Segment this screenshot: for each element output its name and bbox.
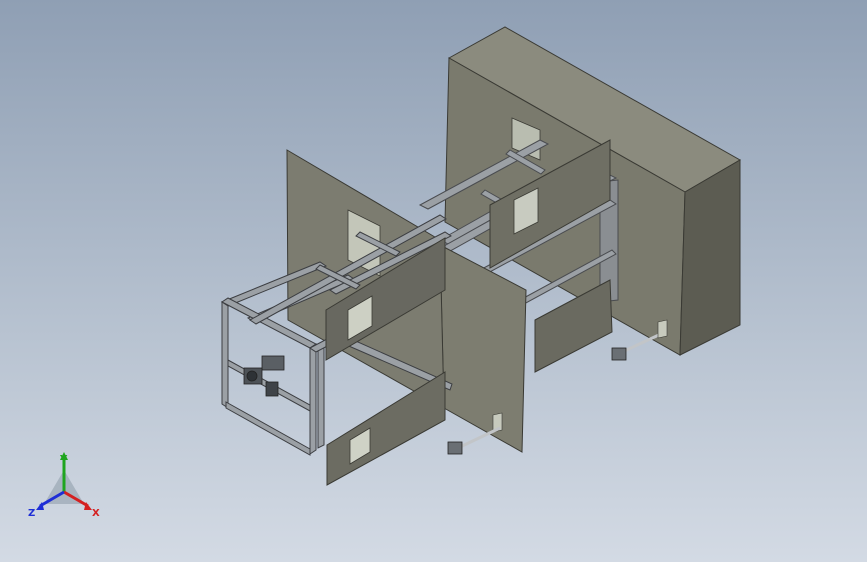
orientation-triad[interactable]: Y X Z — [22, 448, 106, 524]
middle-wall-panel[interactable] — [439, 244, 527, 453]
x-axis-label: X — [92, 508, 100, 519]
cad-model-view[interactable] — [0, 0, 867, 562]
graphics-viewport[interactable]: Y X Z — [0, 0, 867, 562]
drive-motor[interactable] — [243, 355, 285, 397]
triad-graphic: Y X Z — [28, 452, 100, 519]
z-axis-label: Z — [28, 508, 35, 519]
front-door-panel[interactable] — [326, 371, 446, 486]
sensor-rod-front[interactable] — [447, 426, 501, 455]
y-axis-label: Y — [59, 454, 68, 465]
